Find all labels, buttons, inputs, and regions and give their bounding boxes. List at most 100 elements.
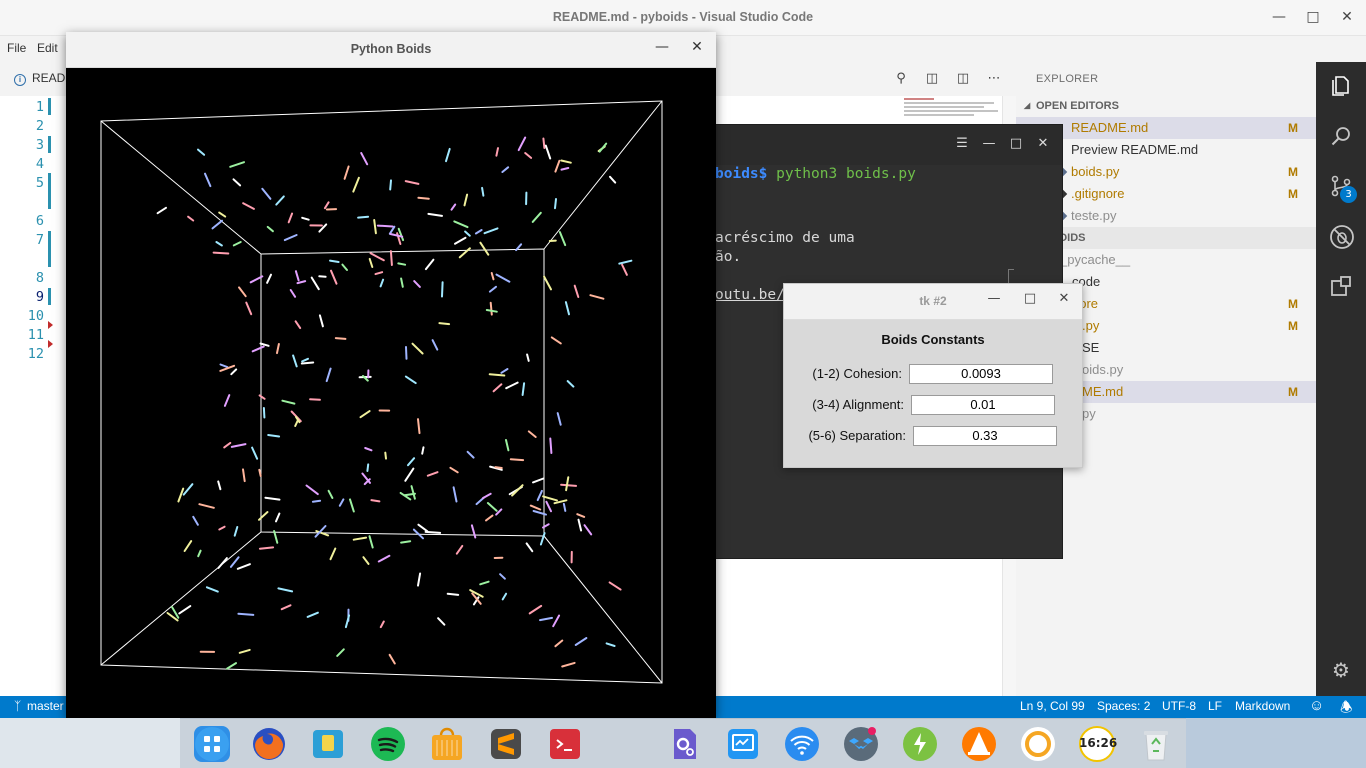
close-button[interactable]: ✕ bbox=[687, 39, 707, 55]
boid bbox=[258, 468, 262, 477]
boid bbox=[318, 314, 324, 328]
hamburger-menu-icon[interactable]: ☰ bbox=[953, 136, 971, 151]
boid bbox=[427, 212, 443, 217]
language-mode[interactable]: Markdown bbox=[1235, 699, 1290, 713]
boid bbox=[251, 446, 259, 460]
terminal-command-line: boids$ python3 boids.py bbox=[715, 166, 916, 182]
maximize-button[interactable]: □ bbox=[1302, 6, 1324, 28]
boid bbox=[421, 446, 425, 455]
git-branch-icon[interactable]: ᛉ bbox=[14, 699, 21, 713]
tree-item-label: _pycache__ bbox=[1060, 252, 1131, 267]
launcher-icon[interactable] bbox=[194, 726, 230, 762]
terminal-icon[interactable] bbox=[547, 726, 583, 762]
store-icon[interactable] bbox=[429, 726, 465, 762]
close-button[interactable]: ✕ bbox=[1034, 136, 1052, 151]
boid bbox=[431, 339, 439, 351]
clock-icon[interactable]: 16:26 bbox=[1079, 726, 1117, 762]
boid bbox=[565, 476, 570, 492]
settings-icon[interactable] bbox=[666, 726, 702, 762]
maximize-button[interactable]: □ bbox=[1007, 136, 1025, 151]
boid bbox=[445, 147, 451, 163]
minimize-button[interactable]: — bbox=[984, 291, 1004, 306]
feedback-smiley-icon[interactable]: ☺ bbox=[1309, 697, 1324, 714]
search-icon[interactable] bbox=[1329, 124, 1353, 148]
cohesion-input[interactable]: 0.0093 bbox=[909, 364, 1053, 384]
boid bbox=[458, 247, 471, 259]
boid bbox=[266, 225, 274, 233]
open-editor-label: teste.py bbox=[1071, 208, 1117, 223]
boid bbox=[273, 530, 279, 544]
more-actions-icon[interactable]: ⋯ bbox=[985, 70, 1003, 88]
boid bbox=[377, 554, 391, 563]
indentation[interactable]: Spaces: 2 bbox=[1097, 699, 1150, 713]
boid bbox=[325, 367, 332, 383]
debug-icon[interactable] bbox=[1329, 224, 1354, 249]
boid bbox=[404, 375, 417, 385]
trash-icon[interactable] bbox=[1138, 726, 1174, 762]
line-ending[interactable]: LF bbox=[1208, 699, 1222, 713]
tab-readme[interactable]: i READ bbox=[14, 71, 65, 86]
close-button[interactable]: ✕ bbox=[1054, 291, 1074, 306]
close-button[interactable]: ✕ bbox=[1336, 6, 1358, 28]
boid bbox=[521, 382, 526, 396]
boid bbox=[542, 137, 546, 149]
firefox-icon[interactable] bbox=[251, 726, 287, 762]
minimize-button[interactable]: — bbox=[652, 39, 672, 55]
boid bbox=[357, 215, 370, 219]
alignment-input[interactable]: 0.01 bbox=[911, 395, 1055, 415]
terminal-link[interactable]: outu.be/ bbox=[715, 287, 785, 303]
monitor-icon[interactable] bbox=[725, 726, 761, 762]
browser-icon[interactable] bbox=[1020, 726, 1056, 762]
scm-count-badge: 3 bbox=[1340, 186, 1357, 203]
minimap[interactable] bbox=[904, 96, 1002, 122]
open-editors-header[interactable]: ◢ OPEN EDITORS bbox=[1016, 95, 1316, 117]
boid bbox=[544, 144, 552, 160]
git-modified-marker bbox=[48, 288, 51, 305]
boid bbox=[258, 394, 266, 400]
minimize-button[interactable]: — bbox=[980, 136, 998, 151]
line-number: 3 bbox=[35, 137, 44, 153]
boid bbox=[525, 542, 534, 553]
modified-badge: M bbox=[1288, 385, 1298, 399]
wifi-icon[interactable] bbox=[784, 726, 820, 762]
tree-item-label: oids.py bbox=[1082, 362, 1124, 377]
dropbox-icon[interactable] bbox=[843, 726, 879, 762]
boid bbox=[417, 523, 429, 533]
sublime-text-icon[interactable] bbox=[488, 726, 524, 762]
spotify-icon[interactable] bbox=[370, 726, 406, 762]
boid bbox=[608, 581, 622, 591]
boids-simulation-canvas[interactable] bbox=[66, 68, 716, 718]
terminal-command: python3 boids.py bbox=[767, 166, 916, 182]
separation-input[interactable]: 0.33 bbox=[913, 426, 1057, 446]
boid bbox=[310, 276, 320, 291]
tree-item-label: ME.md bbox=[1082, 384, 1124, 399]
preview-side-icon[interactable]: ◫ bbox=[923, 70, 941, 88]
boid bbox=[368, 257, 374, 268]
boid bbox=[226, 662, 237, 670]
minimize-button[interactable]: — bbox=[1268, 6, 1290, 28]
menu-file[interactable]: File bbox=[7, 41, 26, 55]
menu-edit[interactable]: Edit bbox=[37, 41, 58, 55]
vscode-title: README.md - pyboids - Visual Studio Code bbox=[552, 10, 814, 24]
boid bbox=[554, 639, 564, 648]
power-icon[interactable] bbox=[902, 726, 938, 762]
settings-gear-icon[interactable]: ⚙ bbox=[1329, 658, 1353, 682]
vlc-icon[interactable] bbox=[961, 726, 997, 762]
cursor-position[interactable]: Ln 9, Col 99 bbox=[1020, 699, 1085, 713]
file-manager-icon[interactable] bbox=[310, 726, 346, 762]
open-preview-icon[interactable]: ⚲ bbox=[892, 70, 910, 88]
boid bbox=[556, 412, 562, 426]
maximize-button[interactable]: □ bbox=[1020, 291, 1040, 306]
boid bbox=[505, 439, 510, 452]
split-editor-icon[interactable]: ◫ bbox=[954, 70, 972, 88]
encoding[interactable]: UTF-8 bbox=[1162, 699, 1196, 713]
boid bbox=[223, 441, 232, 449]
boid bbox=[511, 484, 524, 497]
git-branch[interactable]: master bbox=[27, 699, 64, 713]
explorer-icon[interactable] bbox=[1329, 74, 1353, 98]
boid bbox=[352, 176, 360, 193]
boid bbox=[370, 499, 381, 503]
boid bbox=[564, 301, 570, 316]
extensions-icon[interactable] bbox=[1329, 274, 1353, 298]
boid bbox=[554, 198, 557, 210]
